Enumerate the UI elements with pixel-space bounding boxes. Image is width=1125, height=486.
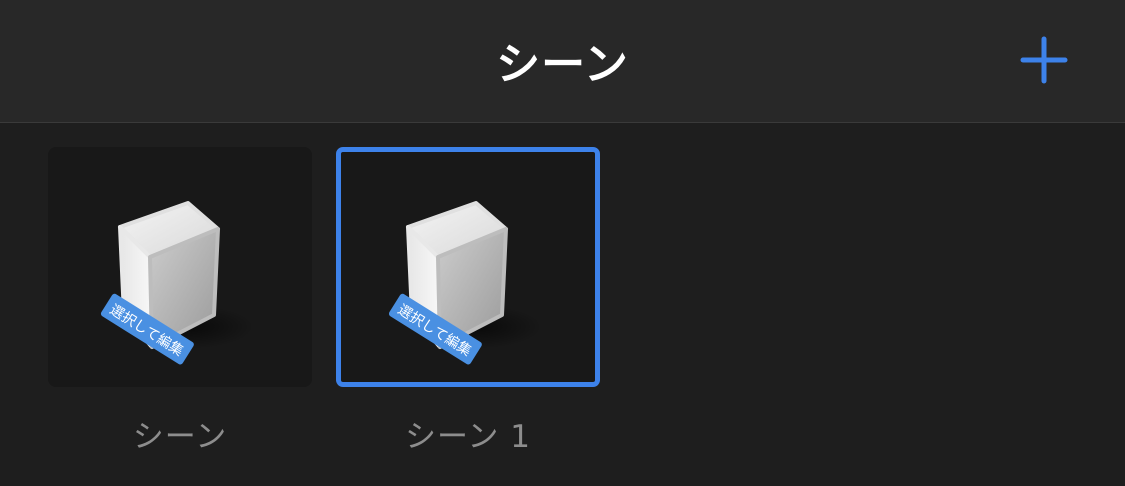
- scene-label: シーン 1: [404, 419, 532, 455]
- scene-card-selected[interactable]: 選択して編集 シーン 1: [336, 147, 600, 456]
- scene-label: シーン: [132, 419, 228, 455]
- add-scene-button[interactable]: [1018, 34, 1070, 86]
- scene-grid: 選択して編集 シーン 選択して編集 シーン 1: [0, 124, 1125, 486]
- scene-card[interactable]: 選択して編集 シーン: [48, 147, 312, 456]
- plus-icon: [1020, 36, 1068, 84]
- navigation-bar: シーン: [0, 0, 1125, 123]
- scene-thumbnail-selected[interactable]: 選択して編集: [336, 147, 600, 387]
- cube-preview: 選択して編集: [100, 201, 254, 365]
- cube-preview: 選択して編集: [388, 201, 542, 365]
- page-title: シーン: [496, 39, 629, 90]
- scene-thumbnail[interactable]: 選択して編集: [48, 147, 312, 387]
